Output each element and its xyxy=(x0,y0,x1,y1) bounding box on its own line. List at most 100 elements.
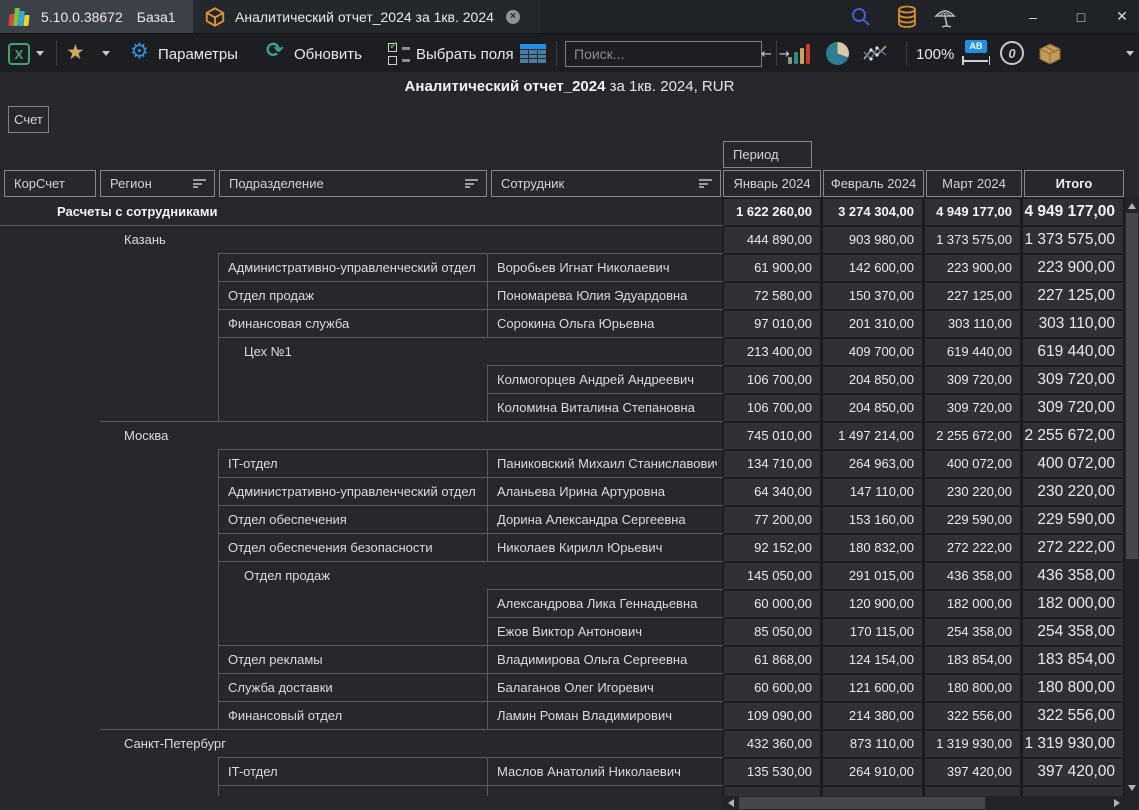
gear-icon[interactable]: ⚙ xyxy=(130,39,149,63)
select-fields-icon[interactable]: ✓ xyxy=(388,43,410,65)
pivot-value-cell[interactable]: 72 580,00 xyxy=(724,283,820,309)
pivot-value-cell[interactable]: 229 590,00 xyxy=(1023,507,1123,533)
pivot-value-cell[interactable]: 873 110,00 xyxy=(823,731,922,757)
sort-icon[interactable] xyxy=(699,179,712,190)
pivot-value-cell[interactable]: 106 700,00 xyxy=(724,367,820,393)
pivot-value-cell[interactable]: 309 720,00 xyxy=(1023,367,1123,393)
pivot-cell-employee[interactable]: Пономарева Юлия Эдуардовна xyxy=(497,282,717,310)
pivot-value-cell[interactable]: 272 222,00 xyxy=(925,535,1020,561)
header-month-february[interactable]: Февраль 2024 xyxy=(823,170,924,197)
pivot-value-cell[interactable]: 106 700,00 xyxy=(724,395,820,421)
pivot-value-cell[interactable]: 180 800,00 xyxy=(925,675,1020,701)
horizontal-scrollbar-thumb[interactable] xyxy=(739,797,985,809)
scroll-down-icon[interactable] xyxy=(1128,785,1136,791)
excel-dropdown-caret-icon[interactable] xyxy=(36,51,44,56)
pivot-value-cell[interactable]: 309 720,00 xyxy=(925,367,1020,393)
global-search-icon[interactable] xyxy=(848,5,874,29)
table-view-icon[interactable] xyxy=(520,44,546,63)
pivot-value-cell[interactable]: 1 373 575,00 xyxy=(925,227,1020,253)
pivot-value-cell[interactable]: 121 600,00 xyxy=(823,675,922,701)
pivot-value-cell[interactable]: 182 000,00 xyxy=(1023,591,1123,617)
pivot-value-cell[interactable]: 182 000,00 xyxy=(925,591,1020,617)
pivot-value-cell[interactable]: 303 110,00 xyxy=(1023,311,1123,337)
pivot-row-label-region[interactable]: Москва xyxy=(124,422,704,450)
pivot-cell-employee[interactable]: Колмогорцев Андрей Андреевич xyxy=(497,366,717,394)
pivot-value-cell[interactable]: 745 010,00 xyxy=(724,423,820,449)
pivot-value-cell[interactable]: 1 319 930,00 xyxy=(925,731,1020,757)
pivot-cell-department[interactable]: Отдел обеспечения безопасности xyxy=(228,534,481,562)
sort-icon[interactable] xyxy=(193,179,206,190)
window-minimize-button[interactable]: – xyxy=(1016,0,1050,33)
pivot-value-cell[interactable]: 135 530,00 xyxy=(724,759,820,785)
header-korschet[interactable]: КорСчет xyxy=(4,170,96,197)
pivot-value-cell[interactable]: 264 910,00 xyxy=(823,759,922,785)
pivot-cell-employee[interactable]: Коломина Виталина Степановна xyxy=(497,394,717,422)
pivot-value-cell[interactable]: 64 340,00 xyxy=(724,479,820,505)
header-department[interactable]: Подразделение xyxy=(219,170,487,197)
pivot-value-cell[interactable]: 2 255 672,00 xyxy=(925,423,1020,449)
pivot-value-cell[interactable]: 264 963,00 xyxy=(823,451,922,477)
pivot-cell-department[interactable]: Административно-управленческий отдел xyxy=(228,478,481,506)
pivot-value-cell[interactable]: 60 600,00 xyxy=(724,675,820,701)
pivot-value-cell[interactable]: 397 420,00 xyxy=(1023,759,1123,785)
pivot-value-cell[interactable] xyxy=(724,787,820,796)
bar-chart-icon[interactable] xyxy=(788,43,812,64)
pivot-value-cell[interactable]: 254 358,00 xyxy=(1023,619,1123,645)
pivot-cell-department[interactable]: Административно-управленческий отдел xyxy=(228,254,481,282)
pivot-value-cell[interactable]: 97 010,00 xyxy=(724,311,820,337)
pivot-value-cell[interactable]: 1 373 575,00 xyxy=(1023,227,1123,253)
pivot-value-cell[interactable]: 309 720,00 xyxy=(925,395,1020,421)
pivot-value-cell[interactable]: 397 420,00 xyxy=(925,759,1020,785)
document-tab[interactable]: Аналитический отчет_2024 за 1кв. 2024 × xyxy=(193,0,541,33)
hide-zero-icon[interactable]: 0 xyxy=(1000,41,1024,65)
pivot-value-cell[interactable]: 180 832,00 xyxy=(823,535,922,561)
pivot-cell-employee[interactable]: Ламин Роман Владимирович xyxy=(497,702,717,730)
pivot-value-cell[interactable]: 230 220,00 xyxy=(1023,479,1123,505)
pivot-value-cell[interactable]: 145 050,00 xyxy=(724,563,820,589)
pivot-cell-employee[interactable]: Ежов Виктор Антонович xyxy=(497,618,717,646)
pivot-value-cell[interactable]: 303 110,00 xyxy=(925,311,1020,337)
header-employee[interactable]: Сотрудник xyxy=(491,170,721,197)
vertical-scrollbar[interactable] xyxy=(1125,198,1139,796)
pivot-row-label-department-group[interactable]: Цех №1 xyxy=(244,338,704,366)
pivot-value-cell[interactable]: 2 255 672,00 xyxy=(1023,423,1123,449)
search-input[interactable] xyxy=(566,46,755,62)
pivot-value-cell[interactable]: 254 358,00 xyxy=(925,619,1020,645)
search-prev-icon[interactable]: ← xyxy=(761,47,772,62)
pivot-value-cell[interactable]: 61 868,00 xyxy=(724,647,820,673)
pivot-cell-employee[interactable]: Николаев Кирилл Юрьевич xyxy=(497,534,717,562)
pivot-value-cell[interactable]: 4 949 177,00 xyxy=(1023,199,1123,225)
pivot-value-cell[interactable]: 3 274 304,00 xyxy=(823,199,922,225)
database-icon[interactable] xyxy=(894,5,920,29)
header-month-january[interactable]: Январь 2024 xyxy=(723,170,821,197)
pivot-value-cell[interactable]: 1 319 930,00 xyxy=(1023,731,1123,757)
pivot-cell-department[interactable]: Отдел продаж xyxy=(228,282,481,310)
pie-chart-icon[interactable] xyxy=(826,42,849,65)
pivot-row-label-account[interactable]: Расчеты с сотрудниками xyxy=(57,198,697,226)
pivot-value-cell[interactable]: 223 900,00 xyxy=(1023,255,1123,281)
pivot-value-cell[interactable]: 213 400,00 xyxy=(724,339,820,365)
pivot-value-cell[interactable]: 227 125,00 xyxy=(925,283,1020,309)
pivot-row-label-department-group[interactable]: Отдел продаж xyxy=(244,562,704,590)
pivot-cell-department[interactable]: Отдел рекламы xyxy=(228,646,481,674)
pivot-value-cell[interactable]: 1 622 260,00 xyxy=(724,199,820,225)
pivot-value-cell[interactable]: 436 358,00 xyxy=(925,563,1020,589)
pivot-cell-employee[interactable]: Аланьева Ирина Артуровна xyxy=(497,478,717,506)
app-version-tab[interactable]: 5.10.0.38672 База1 xyxy=(0,0,193,33)
pivot-value-cell[interactable]: 77 200,00 xyxy=(724,507,820,533)
header-total[interactable]: Итого xyxy=(1024,170,1124,197)
pivot-value-cell[interactable]: 204 850,00 xyxy=(823,395,922,421)
pivot-value-cell[interactable]: 619 440,00 xyxy=(1023,339,1123,365)
pivot-value-cell[interactable]: 61 900,00 xyxy=(724,255,820,281)
pivot-cell-department[interactable]: Отдел обеспечения xyxy=(228,506,481,534)
export-excel-button[interactable]: X xyxy=(8,43,30,65)
pivot-value-cell[interactable]: 4 949 177,00 xyxy=(925,199,1020,225)
horizontal-scrollbar[interactable] xyxy=(723,796,1125,810)
refresh-button[interactable]: Обновить xyxy=(294,46,362,63)
pivot-cell-employee[interactable]: Маслов Анатолий Николаевич xyxy=(497,758,717,786)
pivot-value-cell[interactable]: 444 890,00 xyxy=(724,227,820,253)
pivot-value-cell[interactable]: 400 072,00 xyxy=(1023,451,1123,477)
pivot-value-cell[interactable]: 153 160,00 xyxy=(823,507,922,533)
pivot-value-cell[interactable]: 223 900,00 xyxy=(925,255,1020,281)
pivot-value-cell[interactable] xyxy=(925,787,1020,796)
